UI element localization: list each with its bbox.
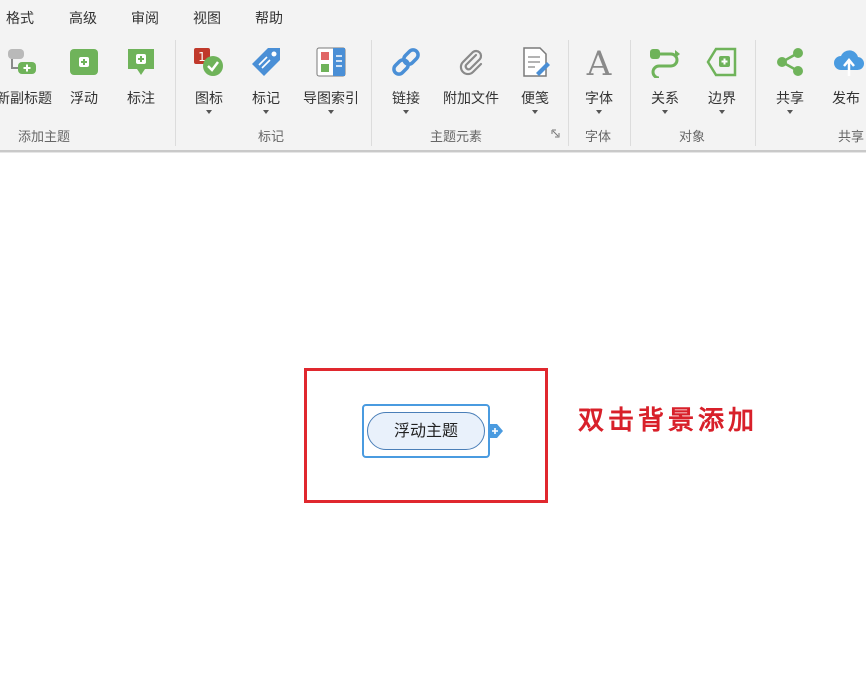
floating-topic-label: 浮动主题 — [393, 421, 458, 440]
share-icon — [777, 48, 803, 76]
map-index-label: 导图索引 — [303, 91, 359, 107]
paperclip-icon — [459, 49, 483, 76]
relationship-label: 关系 — [651, 91, 679, 107]
chevron-down-icon — [263, 110, 269, 114]
group-label-marker: 标记 — [258, 130, 285, 145]
ribbon: 格式 高级 审阅 视图 帮助 新副标题 浮动 标注 添加主题 1 图标 标记 导… — [0, 0, 866, 150]
tag-icon — [252, 48, 280, 76]
chevron-down-icon — [596, 110, 602, 114]
relationship-icon — [650, 49, 680, 78]
floating-topic[interactable]: 浮动主题 — [362, 404, 490, 458]
marker-button[interactable]: 标记 — [242, 42, 290, 122]
share-label: 共享 — [776, 91, 804, 107]
group-label-topic-elements: 主题元素 — [430, 130, 483, 145]
note-icon — [523, 47, 550, 77]
chevron-down-icon — [662, 110, 668, 114]
add-topic-handle-icon[interactable] — [489, 424, 503, 438]
chevron-down-icon — [328, 110, 334, 114]
chevron-down-icon — [787, 110, 793, 114]
callout-icon — [128, 49, 154, 75]
attachment-label: 附加文件 — [443, 91, 499, 107]
menu-view[interactable]: 视图 — [193, 8, 221, 28]
boundary-label: 边界 — [708, 91, 736, 107]
map-index-button[interactable]: 导图索引 — [298, 42, 364, 122]
chevron-down-icon — [403, 110, 409, 114]
map-index-icon — [316, 47, 346, 77]
menu-review[interactable]: 审阅 — [131, 8, 159, 28]
group-label-share: 共享 — [838, 130, 865, 145]
separator — [371, 40, 372, 146]
floating-topic-button[interactable]: 浮动 — [60, 42, 108, 122]
group-label-add-topic: 添加主题 — [18, 130, 71, 145]
link-label: 链接 — [392, 91, 420, 107]
svg-text:A: A — [586, 46, 612, 78]
publish-button[interactable]: 发布 — [824, 42, 866, 122]
share-button[interactable]: 共享 — [765, 42, 815, 122]
group-label-objects: 对象 — [679, 130, 706, 145]
font-button[interactable]: A 字体 — [575, 42, 623, 122]
marker-label: 标记 — [252, 91, 280, 107]
marker-icon-icon: 1 — [194, 48, 223, 76]
separator — [568, 40, 569, 146]
callout-button[interactable]: 标注 — [117, 42, 165, 122]
link-icon — [392, 48, 420, 76]
icon-button[interactable]: 1 图标 — [185, 42, 233, 122]
relationship-button[interactable]: 关系 — [640, 42, 690, 122]
attachment-button[interactable]: 附加文件 — [438, 42, 504, 122]
chevron-down-icon — [719, 110, 725, 114]
font-icon: A — [586, 46, 612, 78]
group-label-font: 字体 — [585, 130, 612, 145]
font-label: 字体 — [585, 91, 613, 107]
menu-bar: 格式 高级 审阅 视图 帮助 — [0, 0, 866, 34]
chevron-down-icon — [532, 110, 538, 114]
menu-advanced[interactable]: 高级 — [69, 8, 97, 28]
floating-topic-icon — [70, 49, 98, 75]
new-subtopic-button[interactable]: 新副标题 — [0, 42, 52, 122]
boundary-icon — [706, 47, 737, 77]
menu-help[interactable]: 帮助 — [255, 8, 283, 28]
subtopic-icon — [8, 49, 36, 74]
separator — [175, 40, 176, 146]
icon-label: 图标 — [195, 91, 223, 107]
separator — [755, 40, 756, 146]
floating-topic-label: 浮动 — [70, 91, 98, 107]
floating-topic-shape: 浮动主题 — [367, 412, 485, 450]
new-subtopic-label: 新副标题 — [0, 91, 52, 107]
chevron-down-icon — [206, 110, 212, 114]
dialog-launcher-icon[interactable] — [551, 129, 560, 138]
cloud-upload-icon — [834, 50, 864, 76]
separator — [630, 40, 631, 146]
note-label: 便笺 — [521, 91, 549, 107]
menu-format[interactable]: 格式 — [6, 8, 34, 28]
annotation-text: 双击背景添加 — [578, 406, 759, 436]
link-button[interactable]: 链接 — [382, 42, 430, 122]
publish-label: 发布 — [832, 91, 860, 107]
boundary-button[interactable]: 边界 — [697, 42, 747, 122]
note-button[interactable]: 便笺 — [511, 42, 559, 122]
callout-label: 标注 — [127, 91, 155, 107]
